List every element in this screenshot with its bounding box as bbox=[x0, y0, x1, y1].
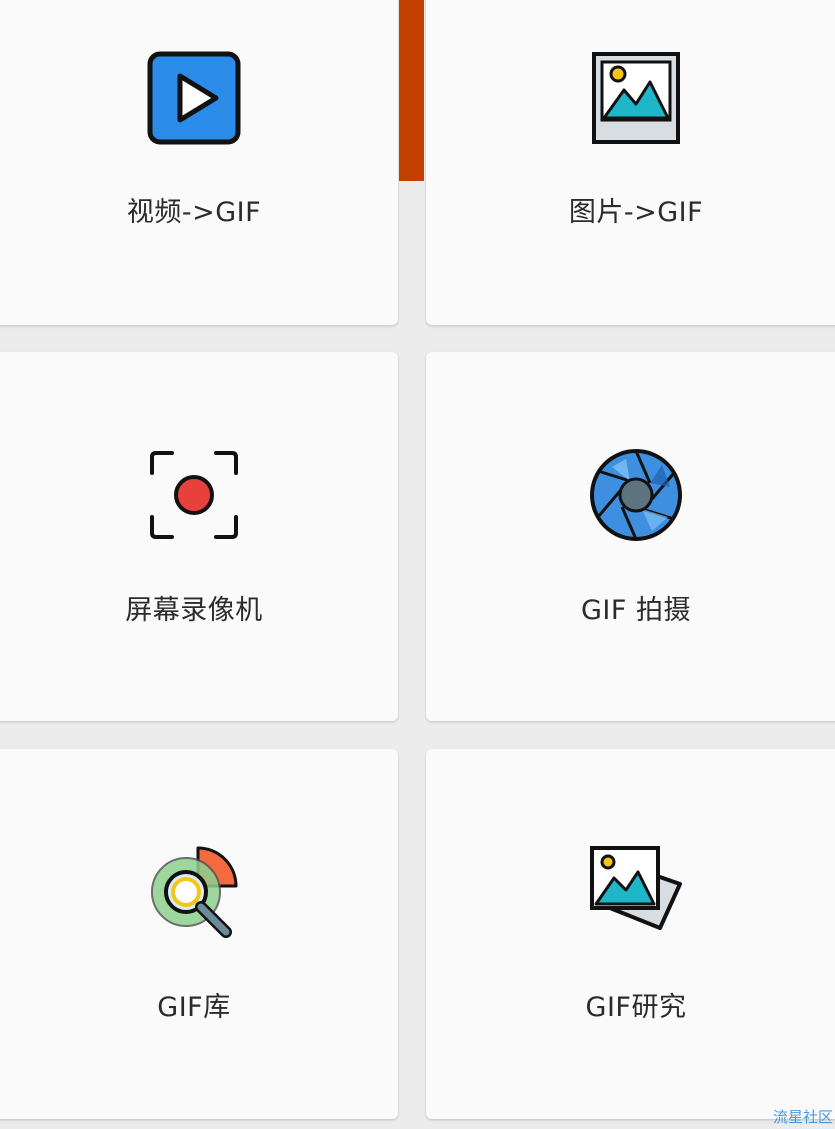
screen-recorder-tile[interactable]: 屏幕录像机 bbox=[0, 352, 398, 721]
video-to-gif-label: 视频->GIF bbox=[126, 197, 262, 228]
gif-research-label: GIF研究 bbox=[585, 992, 687, 1023]
camera-aperture-icon bbox=[588, 447, 684, 543]
screen-recorder-label: 屏幕录像机 bbox=[125, 595, 263, 626]
watermark-text: 流星社区 bbox=[772, 1108, 833, 1126]
gif-library-tile[interactable]: GIF库 bbox=[0, 749, 398, 1119]
play-video-icon bbox=[146, 50, 242, 146]
screen-record-icon bbox=[146, 447, 242, 543]
tool-grid-page: 视频->GIF 图片->GIF 屏幕录像机 GIF 拍摄 GIF库 GIF研究 … bbox=[0, 0, 835, 1129]
image-to-gif-label: 图片->GIF bbox=[568, 197, 704, 228]
photo-stack-icon bbox=[588, 842, 684, 938]
scrollbar-thumb[interactable] bbox=[399, 0, 424, 181]
gif-research-tile[interactable]: GIF研究 bbox=[426, 749, 835, 1119]
gif-library-label: GIF库 bbox=[157, 992, 231, 1023]
video-to-gif-tile[interactable]: 视频->GIF bbox=[0, 0, 398, 325]
picture-icon bbox=[588, 50, 684, 146]
search-chart-icon bbox=[146, 842, 242, 938]
gif-capture-tile[interactable]: GIF 拍摄 bbox=[426, 352, 835, 721]
image-to-gif-tile[interactable]: 图片->GIF bbox=[426, 0, 835, 325]
gif-capture-label: GIF 拍摄 bbox=[581, 595, 691, 626]
